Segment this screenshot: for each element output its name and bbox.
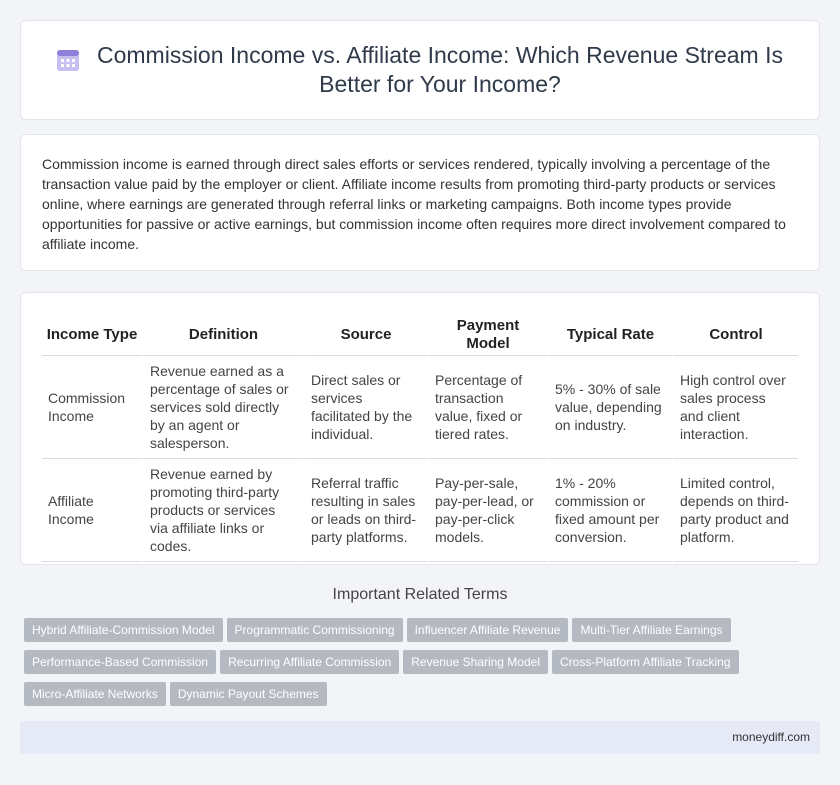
column-header: Definition	[142, 315, 303, 356]
related-term-tag[interactable]: Revenue Sharing Model	[403, 650, 548, 674]
table-cell: 5% - 30% of sale value, depending on ind…	[547, 356, 672, 459]
table-cell: Limited control, depends on third-party …	[672, 459, 798, 562]
table-row: Commission Income Revenue earned as a pe…	[42, 356, 798, 459]
related-term-tag[interactable]: Performance-Based Commission	[24, 650, 217, 674]
related-term-tag[interactable]: Micro-Affiliate Networks	[24, 682, 166, 706]
comparison-table-card: Income Type Definition Source Payment Mo…	[20, 292, 820, 565]
intro-paragraph: Commission income is earned through dire…	[42, 156, 786, 252]
table-cell: Revenue earned as a percentage of sales …	[142, 356, 303, 459]
column-header: Payment Model	[427, 315, 547, 356]
column-header: Typical Rate	[547, 315, 672, 356]
related-term-tag[interactable]: Multi-Tier Affiliate Earnings	[572, 618, 731, 642]
table-cell: High control over sales process and clie…	[672, 356, 798, 459]
table-cell: Commission Income	[42, 356, 142, 459]
related-term-tag[interactable]: Recurring Affiliate Commission	[220, 650, 400, 674]
table-cell: Affiliate Income	[42, 459, 142, 562]
table-cell: Direct sales or services facilitated by …	[303, 356, 427, 459]
table-cell: 1% - 20% commission or fixed amount per …	[547, 459, 672, 562]
footer: moneydiff.com	[20, 721, 820, 754]
table-cell: Percentage of transaction value, fixed o…	[427, 356, 547, 459]
page-title: Commission Income vs. Affiliate Income: …	[96, 42, 783, 97]
related-terms-list: Hybrid Affiliate-Commission Model Program…	[24, 618, 784, 714]
column-header: Source	[303, 315, 427, 356]
column-header: Control	[672, 315, 798, 356]
related-term-tag[interactable]: Cross-Platform Affiliate Tracking	[551, 650, 739, 674]
related-term-tag[interactable]: Dynamic Payout Schemes	[169, 682, 327, 706]
column-header: Income Type	[42, 315, 142, 356]
related-term-tag[interactable]: Hybrid Affiliate-Commission Model	[24, 618, 223, 642]
related-term-tag[interactable]: Programmatic Commissioning	[226, 618, 403, 642]
intro-card: Commission income is earned through dire…	[20, 134, 820, 271]
site-name[interactable]: moneydiff.com	[732, 730, 810, 744]
related-terms-title: Important Related Terms	[332, 586, 508, 603]
table-cell: Revenue earned by promoting third-party …	[142, 459, 303, 562]
comparison-table: Income Type Definition Source Payment Mo…	[42, 315, 798, 562]
table-header-row: Income Type Definition Source Payment Mo…	[42, 315, 798, 356]
table-row: Affiliate Income Revenue earned by promo…	[42, 459, 798, 562]
related-term-tag[interactable]: Influencer Affiliate Revenue	[406, 618, 569, 642]
table-cell: Referral traffic resulting in sales or l…	[303, 459, 427, 562]
header-card: Commission Income vs. Affiliate Income: …	[20, 20, 820, 120]
table-cell: Pay-per-sale, pay-per-lead, or pay-per-c…	[427, 459, 547, 562]
